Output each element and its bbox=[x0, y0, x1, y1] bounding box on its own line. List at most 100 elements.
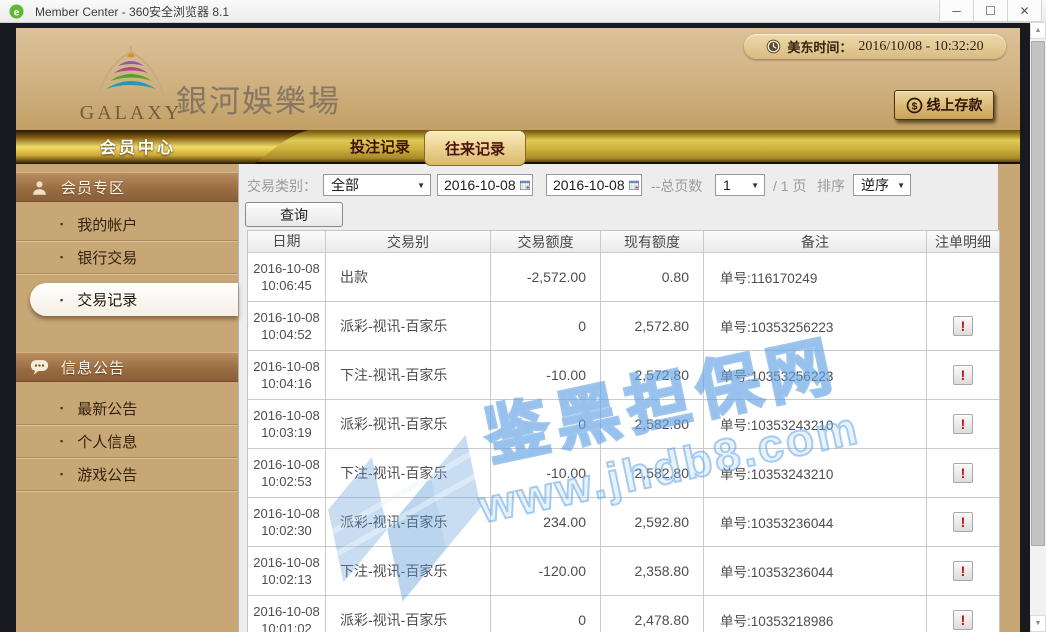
calendar-icon[interactable] bbox=[629, 177, 639, 193]
cell-detail: ! bbox=[927, 596, 999, 632]
cell-detail: ! bbox=[927, 498, 999, 547]
cell-amount: -10.00 bbox=[491, 449, 601, 498]
date-to-input[interactable] bbox=[547, 176, 629, 194]
bet-detail-button[interactable]: ! bbox=[953, 414, 973, 434]
clock-icon bbox=[766, 39, 781, 54]
cell-date: 2016-10-0810:02:30 bbox=[248, 498, 326, 547]
browser-titlebar: e Member Center - 360安全浏览器 8.1 ─ ☐ ✕ bbox=[0, 0, 1046, 23]
col-date: 日期 bbox=[248, 231, 326, 253]
date-from-input[interactable] bbox=[438, 176, 520, 194]
col-detail: 注单明细 bbox=[927, 231, 999, 253]
scroll-down-icon[interactable]: ▼ bbox=[1030, 615, 1046, 632]
bet-detail-button[interactable]: ! bbox=[953, 316, 973, 336]
brand-name: 銀河娛樂場 bbox=[176, 76, 341, 121]
cell-note: 单号:10353243210 bbox=[704, 449, 927, 498]
cell-amount: -10.00 bbox=[491, 351, 601, 400]
cell-date: 2016-10-0810:04:52 bbox=[248, 302, 326, 351]
table-rows: 2016-10-0810:06:45出款-2,572.000.80单号:1161… bbox=[248, 253, 999, 632]
vertical-scrollbar[interactable]: ▲ ▼ bbox=[1030, 22, 1046, 632]
col-note: 备注 bbox=[704, 231, 927, 253]
time-label: 美东时间： bbox=[787, 37, 852, 56]
cell-amount: 234.00 bbox=[491, 498, 601, 547]
table-row: 2016-10-0810:06:45出款-2,572.000.80单号:1161… bbox=[248, 253, 999, 302]
bet-detail-button[interactable]: ! bbox=[953, 512, 973, 532]
dropdown-arrow-icon: ▼ bbox=[897, 181, 905, 190]
calendar-icon[interactable] bbox=[520, 177, 530, 193]
svg-text:e: e bbox=[14, 7, 20, 18]
cell-balance: 2,582.80 bbox=[601, 400, 704, 449]
cell-note: 单号:10353236044 bbox=[704, 547, 927, 596]
person-icon bbox=[30, 179, 49, 196]
cell-date: 2016-10-0810:03:19 bbox=[248, 400, 326, 449]
tab-betting-records[interactable]: 投注记录 bbox=[338, 130, 422, 162]
cell-note: 单号:116170249 bbox=[704, 253, 927, 302]
cell-note: 单号:10353243210 bbox=[704, 400, 927, 449]
sidebar-item-game-announcements[interactable]: ▪ 游戏公告 bbox=[16, 458, 238, 491]
section-title: 信息公告 bbox=[61, 357, 125, 378]
bullet-icon: ▪ bbox=[60, 436, 63, 446]
page-value: 1 bbox=[723, 177, 731, 193]
bullet-icon: ▪ bbox=[60, 252, 63, 262]
cell-date: 2016-10-0810:06:45 bbox=[248, 253, 326, 302]
dollar-coin-icon: $ bbox=[906, 97, 923, 114]
sidebar-item-my-account[interactable]: ▪ 我的帐户 bbox=[16, 208, 238, 241]
server-time: 美东时间： 2016/10/08 - 10:32:20 bbox=[744, 34, 1006, 59]
query-button[interactable]: 查询 bbox=[245, 202, 343, 227]
galaxy-logo-icon bbox=[88, 44, 174, 102]
scrollbar-thumb[interactable] bbox=[1031, 41, 1045, 546]
sidebar-item-label: 最新公告 bbox=[77, 398, 137, 419]
dropdown-arrow-icon: ▼ bbox=[751, 181, 759, 190]
window-controls: ─ ☐ ✕ bbox=[940, 0, 1042, 22]
col-balance: 现有额度 bbox=[601, 231, 704, 253]
sidebar-item-transaction-records[interactable]: ▪ 交易记录 bbox=[30, 283, 238, 316]
sidebar-item-label: 交易记录 bbox=[77, 289, 137, 310]
bullet-icon: ▪ bbox=[60, 469, 63, 479]
sidebar-item-latest-announcements[interactable]: ▪ 最新公告 bbox=[16, 392, 238, 425]
bullet-icon: ▪ bbox=[60, 295, 63, 305]
sidebar-item-bank-transactions[interactable]: ▪ 银行交易 bbox=[16, 241, 238, 274]
bet-detail-button[interactable]: ! bbox=[953, 365, 973, 385]
member-center-title: 会员中心 bbox=[16, 130, 260, 162]
cell-type: 出款 bbox=[326, 253, 491, 302]
cell-detail: ! bbox=[927, 547, 999, 596]
cell-amount: 0 bbox=[491, 400, 601, 449]
time-value: 2016/10/08 - 10:32:20 bbox=[858, 39, 983, 55]
bet-detail-button[interactable]: ! bbox=[953, 561, 973, 581]
cell-type: 下注-视讯-百家乐 bbox=[326, 547, 491, 596]
pages-suffix: / 1 页 bbox=[773, 176, 806, 196]
tab-transaction-records[interactable]: 往来记录 bbox=[424, 130, 526, 166]
sidebar-item-personal-messages[interactable]: ▪ 个人信息 bbox=[16, 425, 238, 458]
sidebar-item-label: 个人信息 bbox=[77, 431, 137, 452]
filter-bar: 交易类别： 全部 ▼ bbox=[239, 164, 999, 228]
cell-balance: 2,582.80 bbox=[601, 449, 704, 498]
table-row: 2016-10-0810:04:16下注-视讯-百家乐-10.002,572.8… bbox=[248, 351, 999, 400]
bet-detail-button[interactable]: ! bbox=[953, 610, 973, 630]
sidebar-item-label: 我的帐户 bbox=[77, 214, 137, 235]
type-filter-label: 交易类别： bbox=[247, 176, 317, 196]
scroll-up-icon[interactable]: ▲ bbox=[1030, 22, 1046, 39]
close-button[interactable]: ✕ bbox=[1007, 0, 1042, 22]
online-deposit-button[interactable]: $ 线上存款 bbox=[894, 90, 994, 120]
sort-select[interactable]: 逆序 ▼ bbox=[853, 174, 911, 196]
cell-date: 2016-10-0810:04:16 bbox=[248, 351, 326, 400]
deposit-label: 线上存款 bbox=[927, 95, 983, 115]
table-row: 2016-10-0810:01:02派彩-视讯-百家乐02,478.80单号:1… bbox=[248, 596, 999, 632]
cell-type: 派彩-视讯-百家乐 bbox=[326, 498, 491, 547]
svg-text:$: $ bbox=[911, 101, 917, 112]
cell-detail bbox=[927, 253, 999, 302]
date-to-field[interactable] bbox=[546, 174, 642, 196]
type-filter-select[interactable]: 全部 ▼ bbox=[323, 174, 431, 196]
date-from-field[interactable] bbox=[437, 174, 533, 196]
cell-amount: 0 bbox=[491, 596, 601, 632]
cell-note: 单号:10353256223 bbox=[704, 351, 927, 400]
sort-label: 排序 bbox=[817, 176, 845, 196]
minimize-button[interactable]: ─ bbox=[939, 0, 974, 22]
bet-detail-button[interactable]: ! bbox=[953, 463, 973, 483]
maximize-button[interactable]: ☐ bbox=[973, 0, 1008, 22]
cell-note: 单号:10353236044 bbox=[704, 498, 927, 547]
pages-label: --总页数 bbox=[651, 176, 702, 196]
sort-value: 逆序 bbox=[861, 175, 889, 195]
nav-band: 会员中心 投注记录 往来记录 bbox=[16, 130, 1020, 164]
sidebar: 会员专区 ▪ 我的帐户 ▪ 银行交易 ▪ 交易记录 信息公告 bbox=[16, 164, 238, 632]
page-select[interactable]: 1 ▼ bbox=[715, 174, 765, 196]
